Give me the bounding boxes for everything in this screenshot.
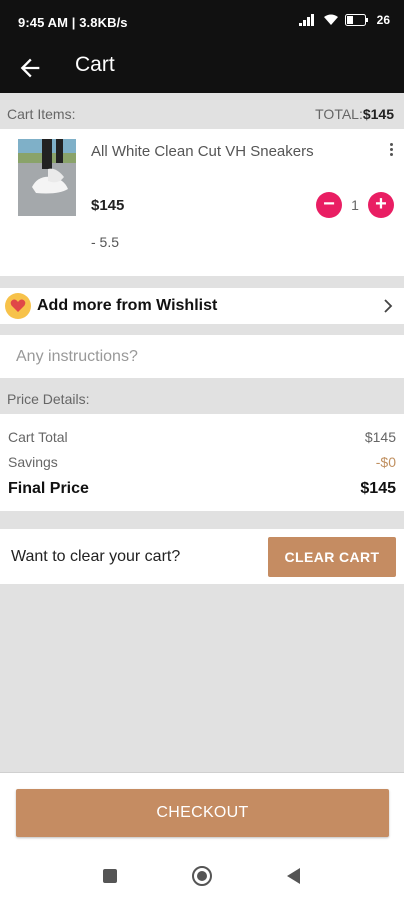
wishlist-label: Add more from Wishlist bbox=[37, 297, 218, 314]
signal-icon bbox=[298, 14, 314, 26]
more-options-icon[interactable] bbox=[388, 143, 394, 159]
quantity-stepper: − 1 + bbox=[316, 192, 394, 218]
cart-total-label: Cart Total bbox=[8, 429, 68, 445]
increase-quantity-button[interactable]: + bbox=[368, 192, 394, 218]
battery-icon bbox=[344, 14, 368, 26]
final-price-row: Final Price $145 bbox=[8, 480, 396, 498]
heart-icon bbox=[5, 293, 31, 319]
app-bar: Cart bbox=[0, 44, 404, 93]
system-icons: 26 bbox=[298, 13, 390, 27]
back-nav-icon[interactable] bbox=[287, 868, 300, 884]
product-price: $145 bbox=[91, 197, 125, 214]
total-value: $145 bbox=[362, 106, 394, 122]
chevron-right-icon bbox=[384, 299, 393, 313]
final-price-label: Final Price bbox=[8, 480, 89, 497]
status-bar: 9:45 AM | 3.8KB/s 26 bbox=[0, 0, 404, 44]
price-details-header: Price Details: bbox=[7, 391, 90, 407]
savings-label: Savings bbox=[8, 454, 58, 470]
cart-total-summary: TOTAL:$145 bbox=[315, 106, 394, 122]
battery-level: 26 bbox=[376, 13, 390, 27]
cart-total-value: $145 bbox=[364, 429, 396, 445]
bottom-area: CHECKOUT bbox=[0, 772, 404, 900]
home-nav-icon[interactable] bbox=[192, 866, 212, 886]
status-time: 9:45 AM | 3.8KB/s bbox=[18, 15, 128, 30]
page-title: Cart bbox=[75, 53, 115, 76]
product-variant: - 5.5 bbox=[91, 234, 120, 250]
decrease-quantity-button[interactable]: − bbox=[316, 192, 342, 218]
wifi-icon bbox=[323, 14, 338, 25]
cart-item: All White Clean Cut VH Sneakers $145 − 1… bbox=[0, 129, 404, 276]
final-price-value: $145 bbox=[360, 480, 396, 497]
arrow-left-icon[interactable] bbox=[16, 54, 44, 82]
clear-cart-card: Want to clear your cart? CLEAR CART bbox=[0, 529, 404, 584]
clear-cart-button[interactable]: CLEAR CART bbox=[268, 537, 396, 577]
recents-nav-icon[interactable] bbox=[103, 869, 117, 883]
checkout-button[interactable]: CHECKOUT bbox=[16, 789, 389, 837]
instructions-container bbox=[0, 335, 404, 378]
cart-total-row: Cart Total $145 bbox=[8, 429, 396, 445]
savings-row: Savings -$0 bbox=[8, 454, 396, 470]
product-name[interactable]: All White Clean Cut VH Sneakers bbox=[91, 143, 314, 160]
price-details-card: Cart Total $145 Savings -$0 Final Price … bbox=[0, 414, 404, 511]
savings-value: -$0 bbox=[375, 454, 396, 470]
cart-items-label: Cart Items: bbox=[7, 106, 76, 122]
total-label: TOTAL: bbox=[315, 106, 363, 122]
quantity-value: 1 bbox=[351, 197, 359, 213]
product-image[interactable] bbox=[18, 139, 76, 216]
system-nav-bar bbox=[0, 857, 404, 900]
add-from-wishlist-row[interactable]: Add more from Wishlist bbox=[0, 288, 404, 324]
clear-cart-question: Want to clear your cart? bbox=[11, 548, 181, 565]
instructions-input[interactable] bbox=[0, 335, 404, 378]
cart-items-header: Cart Items: TOTAL:$145 bbox=[0, 93, 404, 129]
